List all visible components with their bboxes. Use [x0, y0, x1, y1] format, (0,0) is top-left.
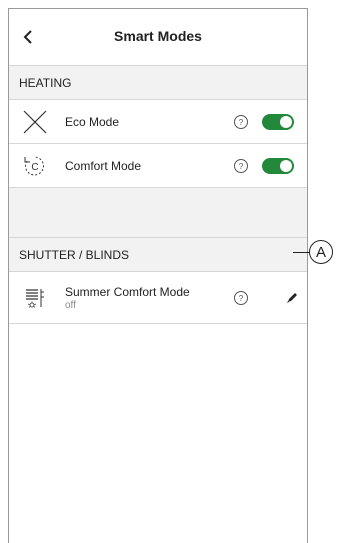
list-item-eco-mode[interactable]: Eco Mode ? [9, 100, 307, 144]
list-item-comfort-mode[interactable]: C Comfort Mode ? [9, 144, 307, 188]
blinds-icon [21, 284, 49, 312]
summer-comfort-text: Summer Comfort Mode off [65, 285, 190, 311]
app-screen: Smart Modes HEATING Eco Mode ? C Comfort… [8, 8, 308, 543]
comfort-icon-letter: C [31, 162, 38, 173]
svg-text:?: ? [239, 118, 244, 127]
toggle-knob [280, 116, 292, 128]
section-header-heating: HEATING [9, 66, 307, 100]
svg-text:?: ? [239, 162, 244, 171]
summer-comfort-mode-status: off [65, 299, 76, 311]
annotation-leader-line [293, 252, 309, 253]
help-icon[interactable]: ? [233, 290, 249, 306]
annotation-callout: A [309, 240, 333, 264]
eco-mode-label: Eco Mode [65, 114, 120, 129]
summer-comfort-mode-label: Summer Comfort Mode [65, 284, 190, 299]
help-icon[interactable]: ? [233, 158, 249, 174]
comfort-mode-label: Comfort Mode [65, 158, 142, 173]
help-icon[interactable]: ? [233, 114, 249, 130]
eco-mode-toggle[interactable] [262, 114, 294, 130]
comfort-mode-icon: C [21, 152, 49, 180]
section-spacer [9, 188, 307, 238]
section-header-shutter-blinds: SHUTTER / BLINDS [9, 238, 307, 272]
comfort-mode-toggle[interactable] [262, 158, 294, 174]
page-title: Smart Modes [114, 28, 202, 44]
toggle-knob [280, 160, 292, 172]
list-item-summer-comfort-mode[interactable]: Summer Comfort Mode off ? [9, 272, 307, 324]
svg-text:?: ? [239, 294, 244, 303]
edit-pencil-icon[interactable] [285, 291, 299, 305]
eco-mode-icon [21, 108, 49, 136]
app-header: Smart Modes [9, 9, 307, 66]
